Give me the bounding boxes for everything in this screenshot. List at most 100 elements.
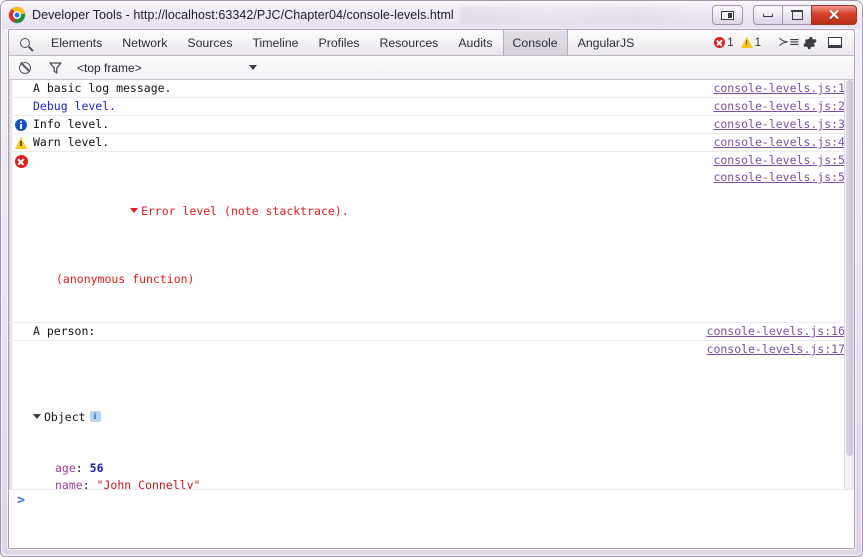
message-gutter: [9, 134, 33, 151]
window-title: Developer Tools - http://localhost:63342…: [32, 8, 454, 22]
message-gutter: [9, 116, 33, 133]
devtools-window: Developer Tools - http://localhost:63342…: [0, 0, 863, 557]
filter-funnel-icon: [49, 61, 62, 74]
console-message-list[interactable]: A basic log message. console-levels.js:1…: [9, 80, 854, 489]
message-text: Debug level.: [33, 99, 117, 113]
stack-source-link[interactable]: console-levels.js:5: [713, 169, 854, 186]
toolbar-right-controls: 1 1 ≻≡: [714, 30, 854, 55]
tab-elements[interactable]: Elements: [41, 30, 112, 55]
error-count-value: 1: [727, 36, 734, 49]
object-tree: Objecti age: 56name: "John Connelly"titl…: [33, 375, 701, 489]
error-count-badge[interactable]: 1 1: [714, 37, 768, 49]
dock-side-icon: [721, 10, 734, 20]
console-prompt-row[interactable]: >: [9, 489, 854, 548]
maximize-icon: [791, 10, 803, 20]
prompt-caret-icon: >: [17, 493, 25, 508]
message-text: Info level.: [33, 117, 110, 131]
search-button[interactable]: [9, 30, 41, 55]
clear-console-button[interactable]: [9, 61, 40, 74]
console-message-object[interactable]: Objecti age: 56name: "John Connelly"titl…: [9, 341, 854, 489]
toggle-drawer-button[interactable]: ≻≡: [772, 30, 800, 55]
message-gutter: [9, 80, 33, 97]
stack-frame-text: (anonymous function): [56, 272, 195, 286]
property-value: "John Connelly": [96, 478, 201, 489]
console-vertical-scrollbar[interactable]: [844, 80, 854, 489]
tab-sources[interactable]: Sources: [177, 30, 242, 55]
object-property-row[interactable]: name: "John Connelly": [33, 477, 701, 489]
property-separator: :: [82, 478, 97, 489]
panel-tabs: Elements Network Sources Timeline Profil…: [41, 30, 714, 55]
maximize-button[interactable]: [782, 5, 811, 25]
window-controls: ✕: [712, 5, 857, 25]
tab-audits[interactable]: Audits: [448, 30, 502, 55]
search-icon: [20, 37, 30, 48]
devtools-panel: Elements Network Sources Timeline Profil…: [8, 29, 855, 549]
property-name: age: [55, 461, 76, 475]
source-link[interactable]: console-levels.js:5: [713, 152, 854, 169]
message-text: A basic log message.: [33, 81, 172, 95]
console-message-debug[interactable]: Debug level. console-levels.js:2: [9, 98, 854, 116]
expand-triangle-icon[interactable]: [33, 414, 41, 419]
object-inspector: Objecti age: 56name: "John Connelly"titl…: [33, 341, 707, 489]
console-message-warning[interactable]: Warn level. console-levels.js:4: [9, 134, 854, 152]
gear-icon: [803, 36, 817, 50]
message-text: Warn level.: [33, 135, 110, 149]
tab-timeline[interactable]: Timeline: [243, 30, 309, 55]
drawer-icon: ≻≡: [778, 35, 800, 50]
warning-count-value: 1: [754, 36, 761, 49]
close-button[interactable]: ✕: [811, 5, 857, 25]
message-gutter: [9, 341, 33, 489]
source-link[interactable]: console-levels.js:3: [713, 116, 854, 133]
property-value: 56: [89, 461, 104, 475]
object-property-row[interactable]: age: 56: [33, 460, 701, 477]
object-root-row[interactable]: Object i: [33, 409, 701, 426]
error-circle-icon: [14, 155, 28, 168]
object-properties: age: 56name: "John Connelly"title: "Teac…: [33, 460, 701, 489]
title-bar: Developer Tools - http://localhost:63342…: [1, 1, 862, 29]
chrome-logo-icon: [9, 7, 25, 23]
execution-context-value: <top frame>: [77, 60, 142, 75]
minimize-button[interactable]: [753, 5, 782, 25]
tab-profiles[interactable]: Profiles: [309, 30, 370, 55]
dock-to-bottom-icon: [827, 37, 842, 48]
tab-network[interactable]: Network: [112, 30, 177, 55]
console-filter-bar: <top frame>: [9, 56, 854, 80]
source-link[interactable]: console-levels.js:1: [713, 80, 854, 97]
source-link[interactable]: console-levels.js:17: [707, 341, 854, 358]
expand-triangle-icon[interactable]: [129, 208, 138, 213]
message-text: A person:: [33, 324, 96, 338]
object-label: Object: [44, 410, 86, 424]
source-link[interactable]: console-levels.js:16: [707, 323, 854, 340]
filter-button[interactable]: [40, 61, 71, 74]
message-gutter: [9, 323, 33, 340]
console-message-error[interactable]: Error level (note stacktrace). (anonymou…: [9, 152, 854, 323]
close-icon: ✕: [827, 6, 841, 24]
tab-console[interactable]: Console: [502, 30, 568, 55]
error-headline-row[interactable]: Error level (note stacktrace).: [33, 186, 707, 237]
object-info-badge-icon[interactable]: i: [89, 411, 101, 422]
warning-triangle-icon: [15, 137, 27, 149]
warning-triangle-icon: [740, 37, 753, 48]
source-link[interactable]: console-levels.js:4: [713, 134, 854, 151]
source-link[interactable]: console-levels.js:2: [713, 98, 854, 115]
error-body: Error level (note stacktrace). (anonymou…: [33, 152, 713, 322]
message-gutter: [9, 98, 33, 115]
message-gutter: [9, 152, 33, 322]
dock-window-button[interactable]: [712, 5, 743, 25]
console-message-info[interactable]: Info level. console-levels.js:3: [9, 116, 854, 134]
tab-angularjs[interactable]: AngularJS: [568, 30, 645, 55]
tab-resources[interactable]: Resources: [370, 30, 449, 55]
chevron-down-icon: [249, 65, 257, 70]
clear-console-icon: [18, 61, 31, 74]
devtools-toolbar: Elements Network Sources Timeline Profil…: [9, 30, 854, 56]
console-message-log[interactable]: A person: console-levels.js:16: [9, 323, 854, 341]
settings-button[interactable]: [797, 30, 822, 55]
title-bar-blur-artifact: [459, 6, 712, 24]
error-links: console-levels.js:5 console-levels.js:5: [713, 152, 854, 322]
dock-position-button[interactable]: [822, 30, 847, 55]
execution-context-selector[interactable]: <top frame>: [71, 61, 263, 75]
scrollbar-thumb[interactable]: [846, 80, 853, 457]
console-message-log[interactable]: A basic log message. console-levels.js:1: [9, 80, 854, 98]
message-text: Error level (note stacktrace).: [140, 204, 349, 218]
property-separator: :: [75, 461, 90, 475]
